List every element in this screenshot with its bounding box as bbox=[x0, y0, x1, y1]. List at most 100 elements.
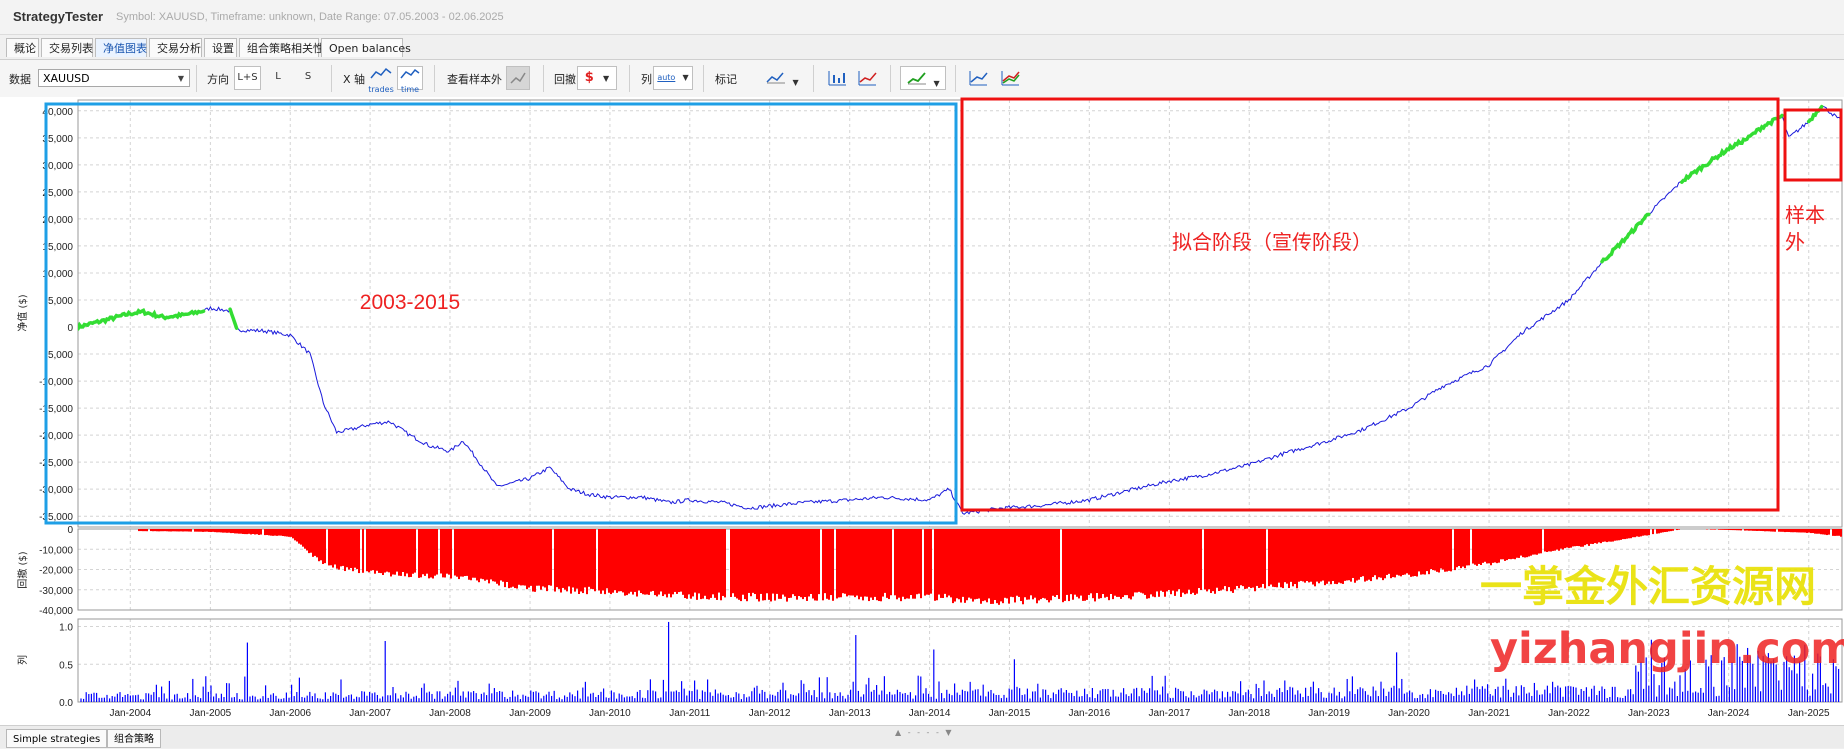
equity-view-dropdown[interactable]: ▼ bbox=[900, 66, 946, 90]
tab-trade-list[interactable]: 交易列表 bbox=[41, 38, 93, 57]
drawdown-bar bbox=[1786, 529, 1788, 532]
drawdown-bar bbox=[1476, 529, 1478, 566]
drawdown-bar bbox=[472, 529, 474, 578]
drawdown-bar bbox=[784, 529, 786, 597]
drawdown-bar bbox=[1032, 529, 1034, 600]
drawdown-bar bbox=[1300, 529, 1302, 581]
drawdown-bar bbox=[1442, 529, 1444, 570]
marker-dropdown[interactable]: ▼ bbox=[759, 66, 805, 90]
multi-series-button[interactable] bbox=[997, 66, 1023, 90]
drawdown-bar bbox=[1444, 529, 1446, 572]
drawdown-bar bbox=[682, 529, 684, 595]
tab-overview[interactable]: 概论 bbox=[6, 38, 39, 57]
symbol-select[interactable]: XAUUSD ▼ bbox=[38, 69, 190, 87]
drawdown-bar bbox=[1338, 529, 1340, 583]
new-high-segment bbox=[78, 308, 206, 331]
drawdown-bar bbox=[1490, 529, 1492, 566]
compare-chart-button[interactable] bbox=[965, 66, 991, 90]
drawdown-bar bbox=[1746, 529, 1748, 531]
y-axis-title: 净值 ($) bbox=[16, 294, 29, 331]
drawdown-bar bbox=[1492, 529, 1494, 563]
drawdown-bar bbox=[268, 529, 270, 536]
tab-portfolio[interactable]: 组合策略 bbox=[107, 729, 161, 748]
grid-lines bbox=[78, 100, 1842, 703]
out-of-sample-toggle[interactable] bbox=[506, 66, 530, 90]
tab-portfolio-correlation[interactable]: 组合策略相关性 bbox=[239, 38, 324, 57]
drawdown-bar bbox=[1632, 529, 1634, 538]
tab-trade-analysis[interactable]: 交易分析 bbox=[149, 38, 202, 57]
drawdown-bar bbox=[1580, 529, 1582, 547]
direction-long-button[interactable]: L bbox=[268, 66, 288, 90]
tab-open-balances[interactable]: Open balances bbox=[321, 38, 411, 57]
drawdown-bar bbox=[576, 529, 578, 589]
drawdown-bar bbox=[786, 529, 788, 602]
drawdown-bar bbox=[1336, 529, 1338, 585]
chart-view-line-button[interactable] bbox=[854, 66, 880, 90]
chevron-down-icon: ▼ bbox=[792, 78, 799, 87]
marker-label: 标记 bbox=[715, 73, 737, 86]
drawdown-bar bbox=[1134, 529, 1136, 593]
x-axis-time-button[interactable]: time bbox=[397, 66, 423, 94]
chart-view-bars-button[interactable] bbox=[824, 66, 850, 90]
drawdown-bar bbox=[938, 529, 940, 595]
drawdown-bar bbox=[550, 529, 552, 586]
drawdown-bar bbox=[1346, 529, 1348, 581]
drawdown-bar bbox=[1240, 529, 1242, 586]
drawdown-bar bbox=[482, 529, 484, 580]
tab-equity-chart[interactable]: 净值图表 bbox=[95, 38, 147, 57]
drawdown-bar bbox=[1616, 529, 1618, 541]
drawdown-bar bbox=[1604, 529, 1606, 542]
drawdown-bar bbox=[1062, 529, 1064, 603]
drawdown-bar bbox=[942, 529, 944, 598]
x-axis-trades-button[interactable]: trades bbox=[367, 66, 395, 94]
drawdown-bar bbox=[796, 529, 798, 600]
direction-short-button[interactable]: S bbox=[298, 66, 318, 90]
y-tick-label: 0 bbox=[67, 323, 73, 334]
drawdown-bar bbox=[1840, 529, 1842, 537]
drawdown-bar bbox=[178, 529, 180, 532]
x-tick-label: Jan-2012 bbox=[749, 708, 791, 719]
drawdown-bar bbox=[520, 529, 522, 586]
tab-simple-strategies[interactable]: Simple strategies bbox=[6, 729, 108, 748]
chart-line-icon bbox=[370, 67, 392, 79]
drawdown-bar bbox=[802, 529, 804, 600]
drawdown-bar bbox=[1000, 529, 1002, 602]
drawdown-bar bbox=[678, 529, 680, 593]
drawdown-bar bbox=[1008, 529, 1010, 604]
drawdown-bar bbox=[156, 529, 158, 532]
drawdown-bar bbox=[1544, 529, 1546, 552]
pane-splitter[interactable]: ▲ - - - - ▼ bbox=[895, 728, 954, 737]
drawdown-bar bbox=[788, 529, 790, 598]
out-of-sample-label-line1: 样本 bbox=[1785, 203, 1825, 227]
drawdown-bar bbox=[288, 529, 290, 537]
drawdown-bar bbox=[1440, 529, 1442, 569]
drawdown-bar bbox=[202, 529, 204, 532]
bottom-tab-bar: Simple strategies 组合策略 ▲ - - - - ▼ bbox=[0, 725, 1844, 748]
drawdown-bar bbox=[1430, 529, 1432, 569]
drawdown-bar bbox=[558, 529, 560, 589]
drawdown-dropdown[interactable]: $ ▼ bbox=[577, 66, 617, 90]
drawdown-bar bbox=[798, 529, 800, 597]
drawdown-bar bbox=[1152, 529, 1154, 597]
drawdown-bar bbox=[1478, 529, 1480, 564]
drawdown-bar bbox=[152, 529, 154, 532]
drawdown-bar bbox=[1046, 529, 1048, 601]
drawdown-bar bbox=[230, 529, 232, 534]
drawdown-bar bbox=[1428, 529, 1430, 575]
drawdown-bar bbox=[930, 529, 932, 594]
column-dropdown[interactable]: auto ▼ bbox=[653, 66, 693, 90]
drawdown-bar bbox=[1640, 529, 1642, 537]
drawdown-bar bbox=[1356, 529, 1358, 581]
drawdown-bar bbox=[752, 529, 754, 593]
x-tick-label: Jan-2010 bbox=[589, 708, 631, 719]
drawdown-bar bbox=[1464, 529, 1466, 569]
tab-settings[interactable]: 设置 bbox=[204, 38, 237, 57]
drawdown-bar bbox=[924, 529, 926, 596]
drawdown-bar bbox=[174, 529, 176, 532]
drawdown-bar bbox=[1672, 529, 1674, 531]
direction-ls-button[interactable]: L+S bbox=[234, 66, 261, 90]
drawdown-bar bbox=[1766, 529, 1768, 532]
drawdown-bar bbox=[324, 529, 326, 564]
drawdown-bar bbox=[642, 529, 644, 595]
drawdown-bar bbox=[258, 529, 260, 535]
